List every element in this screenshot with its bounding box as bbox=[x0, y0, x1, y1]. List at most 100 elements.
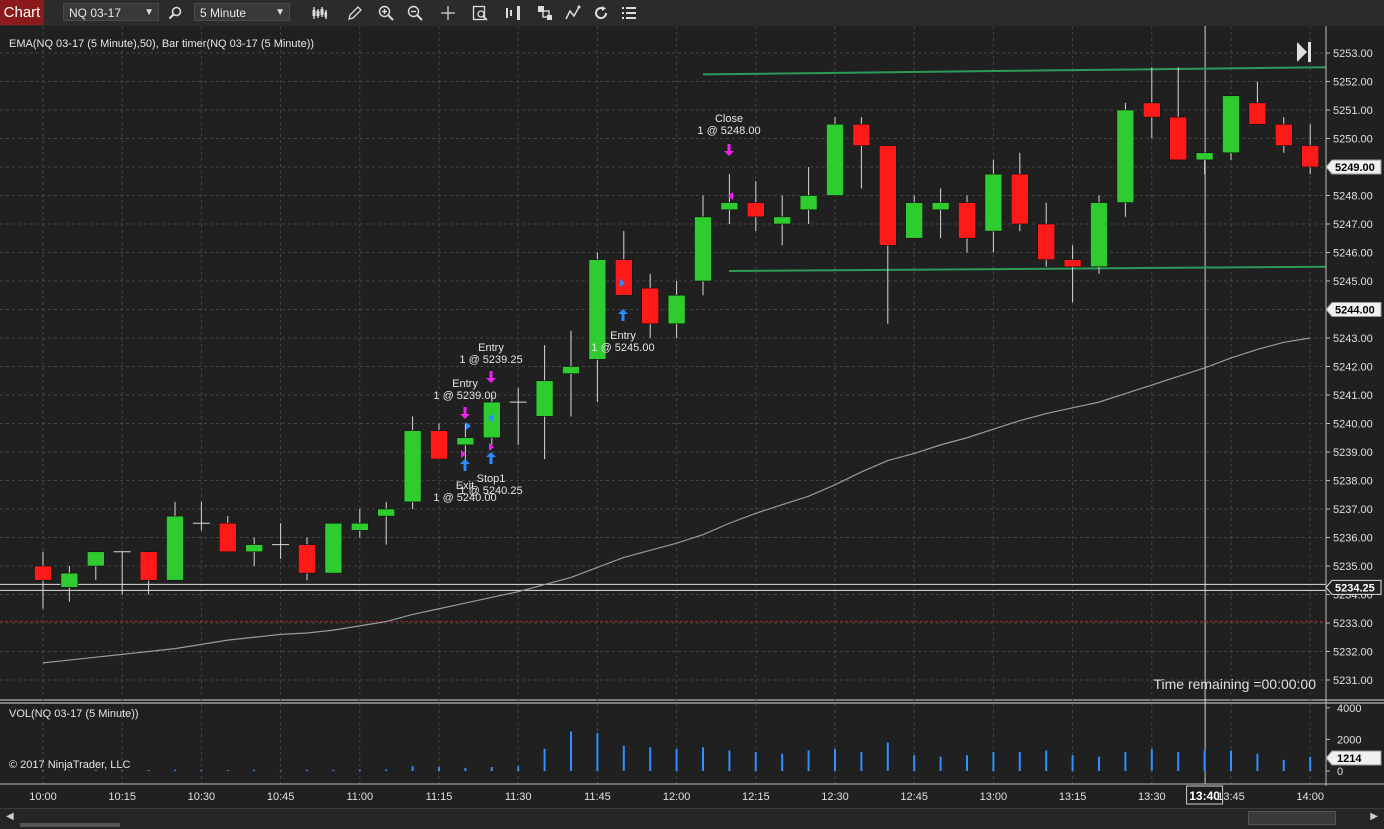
time-tick-label: 12:45 bbox=[900, 791, 928, 803]
price-tick-label: 5231.00 bbox=[1333, 675, 1373, 687]
candle bbox=[1116, 102, 1135, 217]
arrow-shaft bbox=[621, 313, 625, 321]
time-tick-label: 13:30 bbox=[1138, 791, 1166, 803]
time-tick-label: 13:45 bbox=[1217, 791, 1245, 803]
chart-tab[interactable]: Chart bbox=[0, 0, 44, 25]
copyright-text: © 2017 NinjaTrader, LLC bbox=[9, 759, 130, 771]
interval-value: 5 Minute bbox=[200, 6, 247, 20]
price-tick-label: 5253.00 bbox=[1333, 48, 1373, 60]
candle-body bbox=[878, 145, 897, 246]
strategies-icon[interactable] bbox=[534, 2, 556, 24]
price-tick-label: 5240.00 bbox=[1333, 419, 1373, 431]
chevron-down-icon: ▼ bbox=[275, 7, 285, 18]
candle-body bbox=[667, 294, 686, 325]
candle-body bbox=[535, 380, 554, 417]
scroll-left-icon[interactable]: ◀ bbox=[6, 811, 14, 822]
chart-panel[interactable]: Entry1 @ 5239.00Entry1 @ 5239.25Exit1 @ … bbox=[0, 26, 1384, 808]
bars-type-icon[interactable] bbox=[308, 2, 330, 24]
data-box-icon[interactable] bbox=[469, 2, 491, 24]
scroll-right-icon[interactable]: ▶ bbox=[1370, 811, 1378, 822]
candle-body bbox=[931, 202, 950, 211]
candle-body bbox=[166, 515, 184, 581]
indicators-icon[interactable] bbox=[562, 2, 584, 24]
chart-toolbar: Chart NQ 03-17 ▼ 5 Minute ▼ bbox=[0, 0, 1384, 27]
candle-body bbox=[219, 522, 237, 553]
time-remaining-text: Time remaining =00:00:00 bbox=[1153, 676, 1316, 692]
zoom-in-icon[interactable] bbox=[375, 2, 397, 24]
properties-icon[interactable] bbox=[618, 2, 640, 24]
instrument-selector[interactable]: NQ 03-17 ▼ bbox=[63, 3, 159, 21]
time-tick-label: 11:45 bbox=[584, 791, 611, 803]
candle-body bbox=[34, 565, 52, 581]
volume-tick-label: 2000 bbox=[1337, 734, 1361, 746]
time-tick-label: 12:30 bbox=[821, 791, 849, 803]
price-flag-label: 5244.00 bbox=[1335, 305, 1375, 317]
time-tick-label: 13:00 bbox=[980, 791, 1008, 803]
crosshair-icon[interactable] bbox=[437, 2, 459, 24]
candle-body bbox=[1037, 223, 1055, 260]
candle bbox=[1222, 95, 1240, 160]
arrow-shaft bbox=[727, 144, 731, 152]
candle-body bbox=[60, 572, 79, 588]
refresh-icon[interactable] bbox=[590, 2, 612, 24]
pencil-icon[interactable] bbox=[344, 2, 366, 24]
price-tick-label: 5241.00 bbox=[1333, 390, 1373, 402]
price-tick-label: 5245.00 bbox=[1333, 276, 1373, 288]
candle-body bbox=[456, 437, 475, 446]
volume-tick-label: 4000 bbox=[1337, 703, 1361, 715]
candle-body bbox=[1248, 102, 1267, 125]
indicator-label: EMA(NQ 03-17 (5 Minute),50), Bar timer(N… bbox=[9, 38, 314, 50]
candle-body bbox=[377, 508, 396, 517]
arrow-shaft bbox=[489, 371, 493, 379]
time-tick-label: 10:00 bbox=[29, 791, 57, 803]
candle-body bbox=[799, 195, 818, 211]
price-flag-label: 5234.25 bbox=[1335, 582, 1375, 594]
candle-body bbox=[324, 522, 343, 574]
time-tick-label: 11:15 bbox=[426, 791, 453, 803]
candle-body bbox=[773, 216, 792, 225]
candle-body bbox=[984, 173, 1003, 232]
volume-label: VOL(NQ 03-17 (5 Minute)) bbox=[9, 708, 139, 720]
candle-body bbox=[245, 544, 263, 553]
price-tick-label: 5242.00 bbox=[1333, 362, 1373, 374]
price-tick-label: 5250.00 bbox=[1333, 134, 1373, 146]
price-tick-label: 5238.00 bbox=[1333, 476, 1373, 488]
zoom-out-icon[interactable] bbox=[404, 2, 426, 24]
horizontal-scrollbar[interactable]: ◀ ▶ bbox=[0, 808, 1384, 829]
candle-body bbox=[139, 551, 158, 581]
chart-trader-icon[interactable] bbox=[502, 2, 524, 24]
candle-body bbox=[1090, 202, 1108, 268]
price-tick-label: 5232.00 bbox=[1333, 647, 1373, 659]
time-tick-label: 14:00 bbox=[1296, 791, 1324, 803]
scrollbar-thumb[interactable] bbox=[1248, 811, 1336, 825]
crosshair-time-label: 13:40 bbox=[1189, 789, 1220, 803]
search-icon[interactable] bbox=[164, 2, 186, 24]
scrollbar-track-marker bbox=[20, 823, 120, 827]
candle bbox=[324, 522, 343, 574]
candle-body bbox=[298, 544, 316, 574]
arrow-shaft bbox=[463, 407, 467, 415]
time-tick-label: 12:00 bbox=[663, 791, 691, 803]
volume-flag-label: 1214 bbox=[1337, 753, 1362, 765]
candle-body bbox=[1116, 109, 1135, 203]
candle-body bbox=[1275, 123, 1293, 146]
price-tick-label: 5243.00 bbox=[1333, 333, 1373, 345]
candle-body bbox=[826, 123, 844, 196]
candle-body bbox=[1143, 102, 1161, 118]
execution-label: 1 @ 5239.25 bbox=[459, 354, 522, 366]
execution-label: 1 @ 5248.00 bbox=[697, 125, 760, 137]
price-tick-label: 5252.00 bbox=[1333, 77, 1373, 89]
execution-label: Stop1 bbox=[477, 473, 506, 485]
candle-body bbox=[641, 287, 660, 325]
time-tick-label: 11:00 bbox=[346, 791, 373, 803]
execution-label: Entry bbox=[452, 378, 478, 390]
price-tick-label: 5251.00 bbox=[1333, 105, 1373, 117]
price-tick-label: 5233.00 bbox=[1333, 618, 1373, 630]
candle-body bbox=[746, 202, 765, 218]
interval-selector[interactable]: 5 Minute ▼ bbox=[194, 3, 290, 21]
candle-body bbox=[1010, 173, 1029, 225]
execution-label: 1 @ 5240.25 bbox=[459, 485, 522, 497]
candle-body bbox=[1222, 95, 1240, 154]
candle-body bbox=[614, 259, 633, 296]
candle-body bbox=[852, 123, 871, 146]
